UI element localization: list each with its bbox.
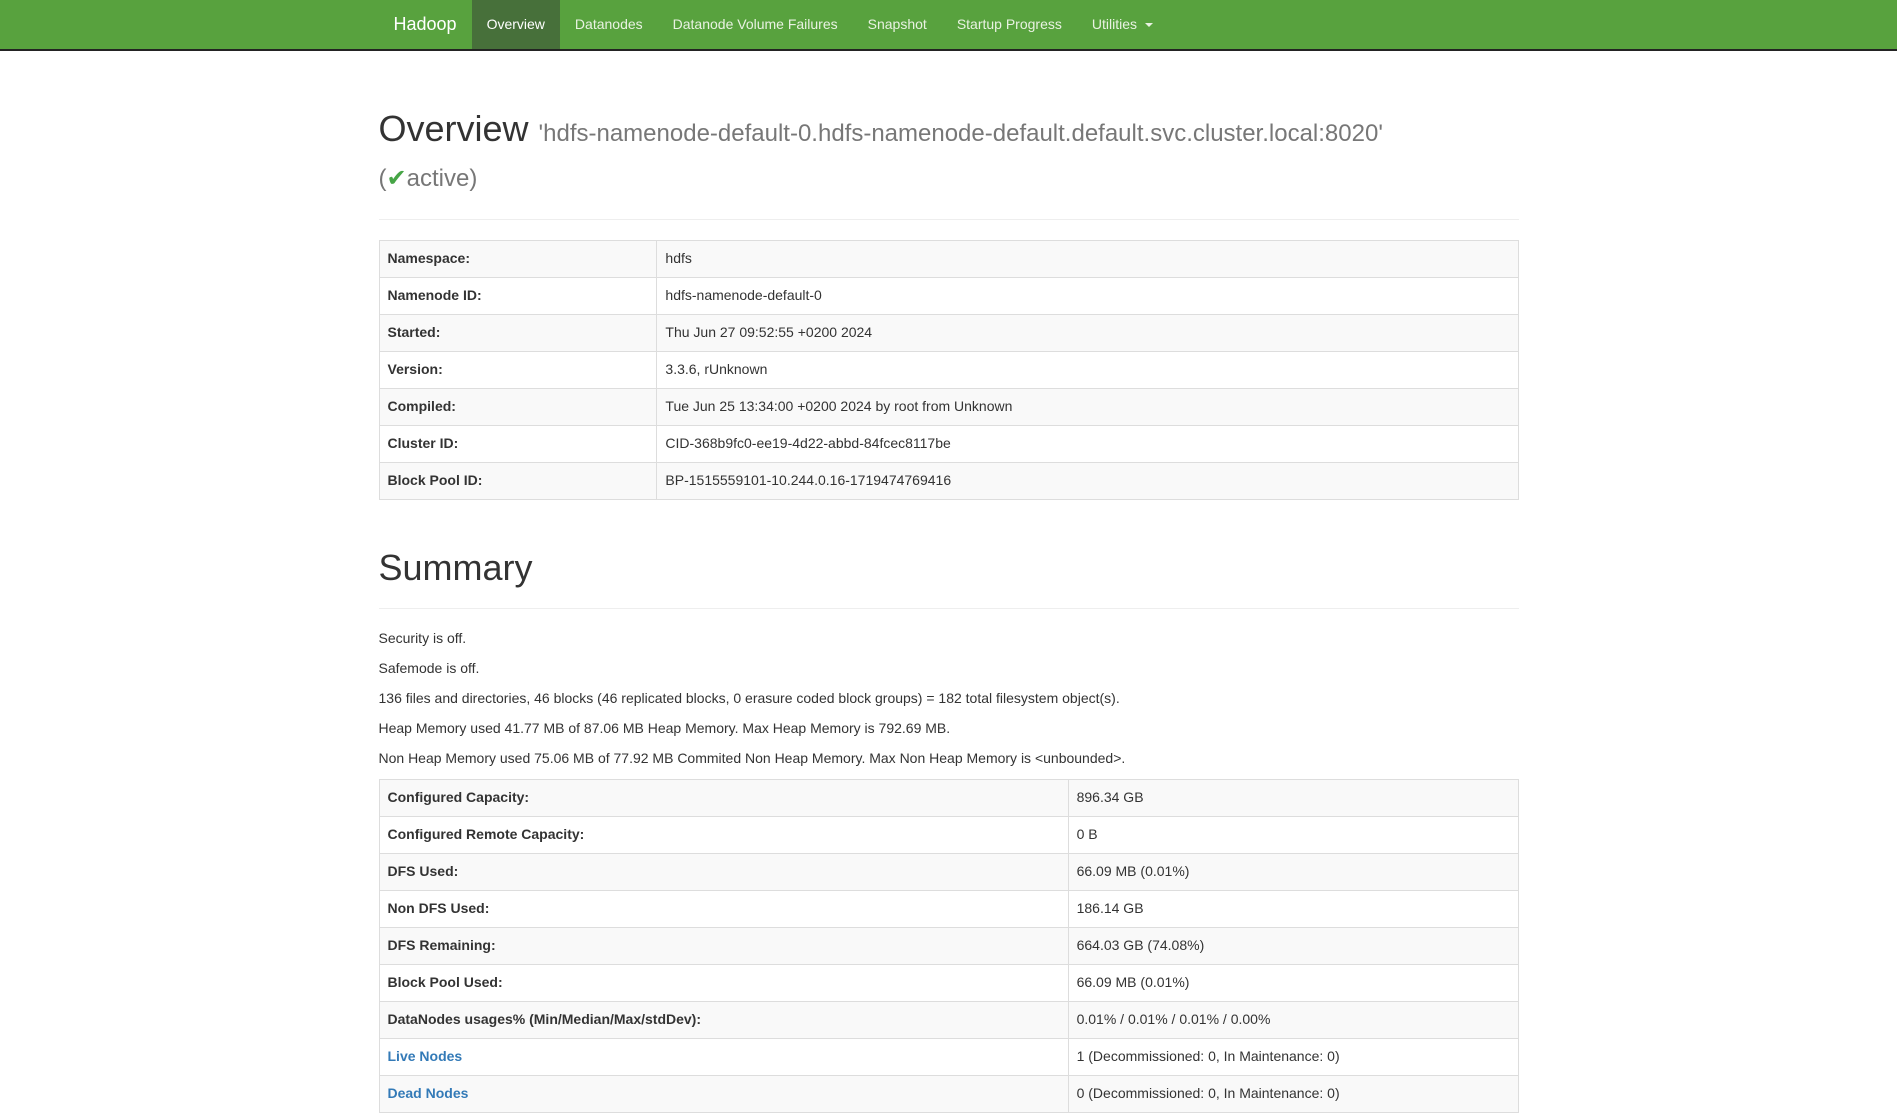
nav-item-snapshot[interactable]: Snapshot (853, 0, 942, 49)
nav-item-utilities-label: Utilities (1092, 16, 1137, 32)
table-row: Block Pool ID: BP-1515559101-10.244.0.16… (379, 462, 1518, 499)
stat-label-configured-remote-capacity: Configured Remote Capacity: (379, 816, 1068, 853)
nav-item-datanode-volume-failures[interactable]: Datanode Volume Failures (658, 0, 853, 49)
stat-value-non-dfs-used: 186.14 GB (1068, 890, 1518, 927)
table-row: Live Nodes 1 (Decommissioned: 0, In Main… (379, 1038, 1518, 1075)
table-row: Compiled: Tue Jun 25 13:34:00 +0200 2024… (379, 388, 1518, 425)
heap-memory-text: Heap Memory used 41.77 MB of 87.06 MB He… (379, 719, 1519, 739)
info-label-namespace: Namespace: (379, 241, 657, 278)
table-row: Cluster ID: CID-368b9fc0-ee19-4d22-abbd-… (379, 425, 1518, 462)
stat-value-dead-nodes: 0 (Decommissioned: 0, In Maintenance: 0) (1068, 1075, 1518, 1112)
top-navbar: Hadoop Overview Datanodes Datanode Volum… (0, 0, 1897, 51)
non-heap-memory-text: Non Heap Memory used 75.06 MB of 77.92 M… (379, 749, 1519, 769)
namenode-state: (✔active) (379, 165, 478, 192)
table-row: Non DFS Used: 186.14 GB (379, 890, 1518, 927)
info-label-namenode-id: Namenode ID: (379, 277, 657, 314)
stat-value-block-pool-used: 66.09 MB (0.01%) (1068, 964, 1518, 1001)
stat-value-configured-remote-capacity: 0 B (1068, 816, 1518, 853)
table-row: Configured Capacity: 896.34 GB (379, 779, 1518, 816)
live-nodes-link[interactable]: Live Nodes (388, 1048, 463, 1064)
info-value-namespace: hdfs (657, 241, 1518, 278)
caret-down-icon (1145, 23, 1153, 27)
nav-item-overview[interactable]: Overview (472, 0, 560, 49)
active-check-icon: ✔ (387, 165, 407, 192)
table-row: Block Pool Used: 66.09 MB (0.01%) (379, 964, 1518, 1001)
title-divider (379, 219, 1519, 220)
table-row: Namenode ID: hdfs-namenode-default-0 (379, 277, 1518, 314)
info-label-block-pool-id: Block Pool ID: (379, 462, 657, 499)
stat-value-datanode-usages: 0.01% / 0.01% / 0.01% / 0.00% (1068, 1001, 1518, 1038)
namenode-info-table: Namespace: hdfs Namenode ID: hdfs-nameno… (379, 240, 1519, 500)
namenode-address: 'hdfs-namenode-default-0.hdfs-namenode-d… (539, 120, 1383, 147)
info-value-compiled: Tue Jun 25 13:34:00 +0200 2024 by root f… (657, 388, 1518, 425)
safemode-status-text: Safemode is off. (379, 659, 1519, 679)
nav-item-datanodes[interactable]: Datanodes (560, 0, 658, 49)
table-row: Configured Remote Capacity: 0 B (379, 816, 1518, 853)
table-row: DFS Used: 66.09 MB (0.01%) (379, 853, 1518, 890)
info-label-compiled: Compiled: (379, 388, 657, 425)
table-row: Version: 3.3.6, rUnknown (379, 351, 1518, 388)
nav-item-startup-progress[interactable]: Startup Progress (942, 0, 1077, 49)
stat-label-datanode-usages: DataNodes usages% (Min/Median/Max/stdDev… (379, 1001, 1068, 1038)
nav-item-utilities-dropdown[interactable]: Utilities (1077, 0, 1168, 49)
summary-paragraphs: Security is off. Safemode is off. 136 fi… (379, 629, 1519, 769)
table-row: DFS Remaining: 664.03 GB (74.08%) (379, 927, 1518, 964)
info-value-started: Thu Jun 27 09:52:55 +0200 2024 (657, 314, 1518, 351)
page-title: Overview 'hdfs-namenode-default-0.hdfs-n… (379, 109, 1519, 199)
state-paren-close: ) (469, 165, 477, 192)
info-value-namenode-id: hdfs-namenode-default-0 (657, 277, 1518, 314)
summary-divider (379, 608, 1519, 609)
info-value-cluster-id: CID-368b9fc0-ee19-4d22-abbd-84fcec8117be (657, 425, 1518, 462)
dead-nodes-link[interactable]: Dead Nodes (388, 1085, 469, 1101)
info-label-version: Version: (379, 351, 657, 388)
page-title-text: Overview (379, 108, 529, 149)
stat-label-block-pool-used: Block Pool Used: (379, 964, 1068, 1001)
summary-title: Summary (379, 548, 1519, 588)
table-row: Dead Nodes 0 (Decommissioned: 0, In Main… (379, 1075, 1518, 1112)
stat-value-dfs-used: 66.09 MB (0.01%) (1068, 853, 1518, 890)
state-paren-open: ( (379, 165, 387, 192)
table-row: DataNodes usages% (Min/Median/Max/stdDev… (379, 1001, 1518, 1038)
stat-value-live-nodes: 1 (Decommissioned: 0, In Maintenance: 0) (1068, 1038, 1518, 1075)
navbar-menu: Overview Datanodes Datanode Volume Failu… (472, 0, 1168, 49)
table-row: Started: Thu Jun 27 09:52:55 +0200 2024 (379, 314, 1518, 351)
info-label-started: Started: (379, 314, 657, 351)
stat-label-dfs-used: DFS Used: (379, 853, 1068, 890)
stat-label-dfs-remaining: DFS Remaining: (379, 927, 1068, 964)
state-label: active (407, 165, 470, 192)
stat-value-configured-capacity: 896.34 GB (1068, 779, 1518, 816)
security-status-text: Security is off. (379, 629, 1519, 649)
stat-value-dfs-remaining: 664.03 GB (74.08%) (1068, 927, 1518, 964)
brand-hadoop[interactable]: Hadoop (379, 0, 472, 49)
info-value-block-pool-id: BP-1515559101-10.244.0.16-1719474769416 (657, 462, 1518, 499)
filesystem-objects-text: 136 files and directories, 46 blocks (46… (379, 689, 1519, 709)
cluster-stats-table: Configured Capacity: 896.34 GB Configure… (379, 779, 1519, 1113)
info-label-cluster-id: Cluster ID: (379, 425, 657, 462)
stat-label-non-dfs-used: Non DFS Used: (379, 890, 1068, 927)
stat-label-configured-capacity: Configured Capacity: (379, 779, 1068, 816)
main-content: Overview 'hdfs-namenode-default-0.hdfs-n… (364, 109, 1534, 1113)
info-value-version: 3.3.6, rUnknown (657, 351, 1518, 388)
table-row: Namespace: hdfs (379, 241, 1518, 278)
